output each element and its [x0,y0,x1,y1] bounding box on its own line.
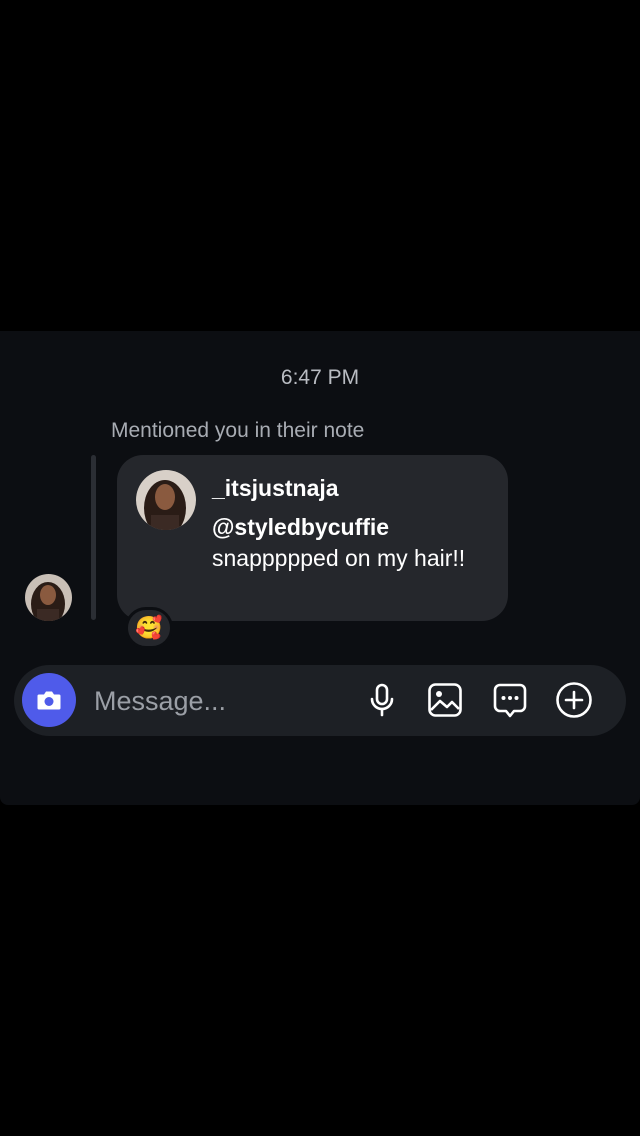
message-input[interactable] [92,677,346,725]
note-text: @styledbycuffie snappppped on my hair!! [212,512,492,574]
note-avatar[interactable] [136,470,196,530]
message-timestamp: 6:47 PM [280,366,360,389]
camera-icon [37,691,61,710]
note-card[interactable]: _itsjustnaja @styledbycuffie snappppped … [117,455,508,621]
reply-indicator-bar [91,455,96,620]
avatar-photo [25,574,72,621]
message-composer [14,665,626,736]
reaction-badge[interactable]: 🥰 [125,607,173,649]
more-button[interactable] [555,681,593,719]
mention-label: Mentioned you in their note [111,419,365,442]
sticker-button[interactable] [491,681,529,719]
microphone-icon [370,683,394,717]
note-username[interactable]: _itsjustnaja [212,475,339,502]
camera-button[interactable] [22,673,76,727]
microphone-button[interactable] [363,681,401,719]
sticker-icon [493,683,527,718]
chat-panel: 6:47 PM Mentioned you in their note _its… [0,331,640,805]
sender-avatar[interactable] [25,574,72,621]
gallery-button[interactable] [426,681,464,719]
gallery-icon [428,683,462,717]
plus-circle-icon [556,682,592,718]
note-mention[interactable]: @styledbycuffie [212,512,492,543]
note-body: snappppped on my hair!! [212,545,466,571]
avatar-photo [136,470,196,530]
